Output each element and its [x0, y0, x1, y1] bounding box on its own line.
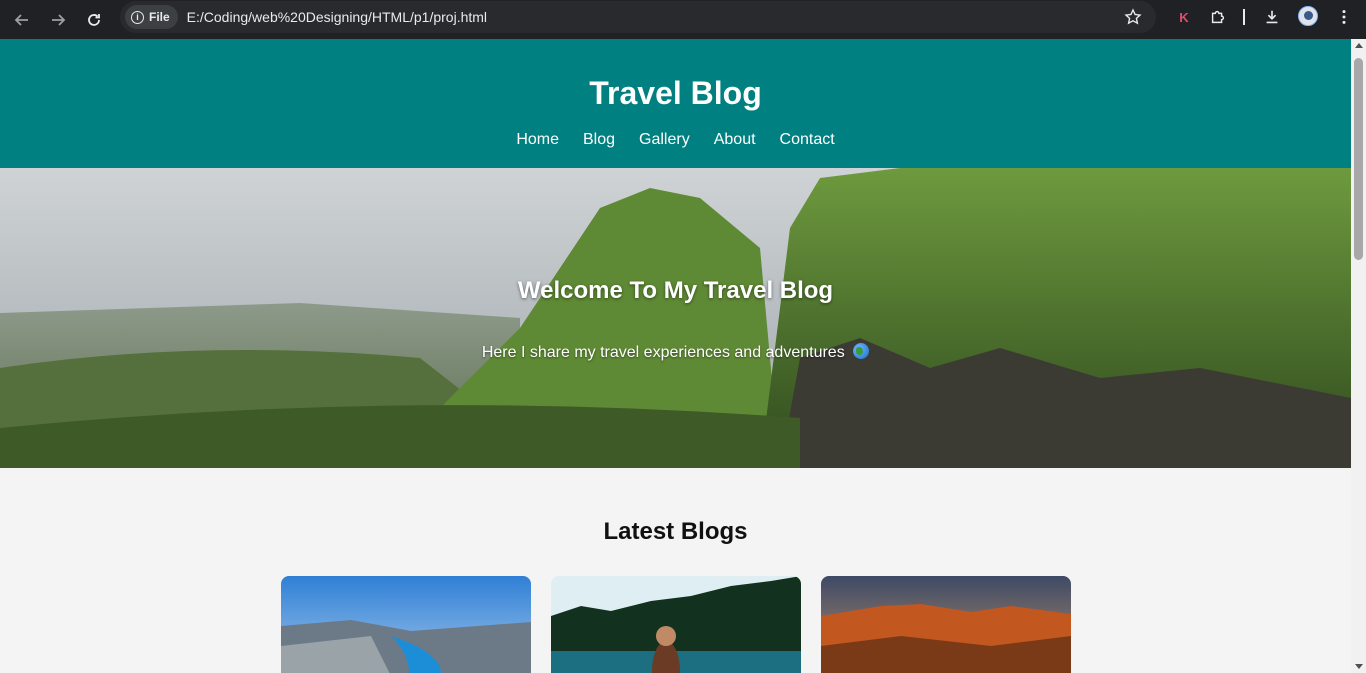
blog-card-canyon[interactable]: [820, 576, 1071, 673]
url-text[interactable]: E:/Coding/web%20Designing/HTML/p1/proj.h…: [187, 9, 487, 25]
reload-icon: [88, 13, 100, 26]
scrollbar-thumb[interactable]: [1354, 58, 1363, 260]
profile-avatar[interactable]: [1298, 6, 1318, 26]
nav-link-blog[interactable]: Blog: [583, 131, 615, 149]
blog-card-list: [0, 576, 1351, 673]
download-icon[interactable]: [1262, 7, 1282, 27]
back-button[interactable]: [4, 4, 40, 36]
extension-k-icon[interactable]: K: [1174, 7, 1194, 27]
nav-link-home[interactable]: Home: [516, 131, 559, 149]
site-info-chip[interactable]: i File: [125, 5, 178, 29]
hero-landscape-image: [0, 168, 1351, 468]
scroll-down-arrow-icon[interactable]: [1355, 664, 1363, 669]
nav-link-contact[interactable]: Contact: [780, 131, 835, 149]
latest-blogs-section: Latest Blogs: [0, 468, 1351, 673]
hero-subtext-text: Here I share my travel experiences and a…: [481, 344, 845, 361]
toolbar-divider: [1243, 9, 1245, 25]
scroll-up-arrow-icon[interactable]: [1355, 43, 1363, 48]
nav-link-about[interactable]: About: [714, 131, 756, 149]
reload-button[interactable]: [76, 4, 112, 36]
site-title: Travel Blog: [589, 75, 762, 111]
bookmark-star-icon[interactable]: [1124, 8, 1142, 26]
more-menu-icon[interactable]: [1334, 7, 1354, 27]
canyon-image: [820, 576, 1071, 673]
blog-card-lake[interactable]: [550, 576, 801, 673]
info-icon: i: [131, 10, 144, 24]
arrow-right-icon: [52, 13, 66, 26]
lake-canoe-image: [550, 576, 801, 673]
arrow-left-icon: [14, 13, 28, 26]
fjord-image: [280, 576, 531, 673]
page-viewport: Travel Blog Home Blog Gallery About Cont…: [0, 39, 1351, 673]
nav-link-gallery[interactable]: Gallery: [639, 131, 690, 149]
hero-heading: Welcome To My Travel Blog: [517, 277, 834, 304]
globe-emoji-icon: [853, 343, 870, 359]
blog-card-fjord[interactable]: [280, 576, 531, 673]
hero-subtext: Here I share my travel experiences and a…: [0, 343, 1351, 362]
site-header: Travel Blog Home Blog Gallery About Cont…: [0, 39, 1351, 168]
site-nav: Home Blog Gallery About Contact: [0, 131, 1351, 149]
forward-button[interactable]: [40, 4, 76, 36]
latest-blogs-heading: Latest Blogs: [603, 518, 748, 545]
address-bar[interactable]: i File E:/Coding/web%20Designing/HTML/p1…: [120, 1, 1156, 33]
browser-toolbar: i File E:/Coding/web%20Designing/HTML/p1…: [0, 0, 1366, 39]
hero-banner: Welcome To My Travel Blog Here I share m…: [0, 168, 1351, 468]
extensions-puzzle-icon[interactable]: [1208, 7, 1228, 27]
site-info-label: File: [149, 10, 170, 24]
page-scrollbar[interactable]: [1351, 39, 1366, 673]
